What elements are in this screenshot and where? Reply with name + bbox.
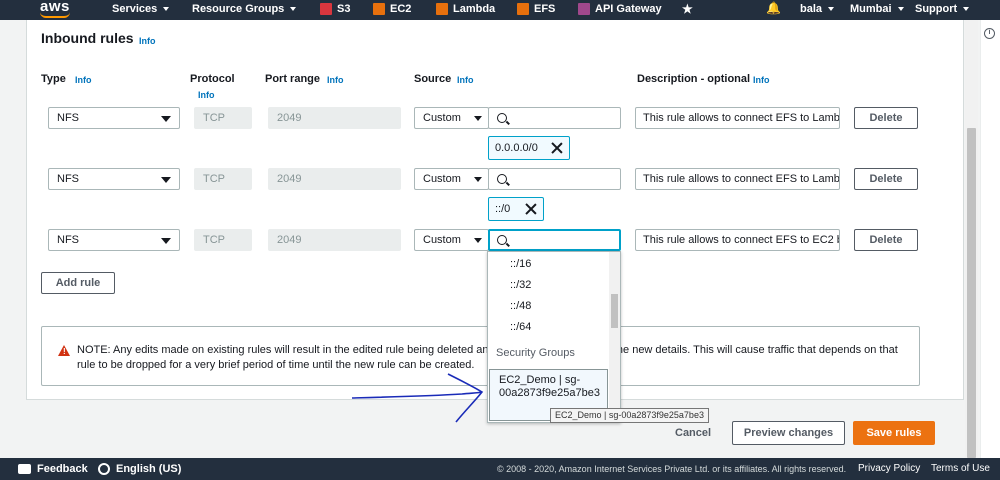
column-header-port-range: Port range <box>265 73 321 85</box>
section-info-link[interactable]: Info <box>139 36 156 46</box>
help-info-icon[interactable]: i <box>984 28 995 39</box>
s3-icon <box>320 3 332 15</box>
ec2-icon <box>373 3 385 15</box>
rule-3-delete-button[interactable]: Delete <box>854 229 918 251</box>
services-menu[interactable]: Services <box>112 3 170 15</box>
suggestion-item[interactable]: ::/32 <box>488 275 608 296</box>
rule-1-type-select[interactable]: NFS <box>48 107 180 129</box>
copyright-text: © 2008 - 2020, Amazon Internet Services … <box>497 464 847 474</box>
cancel-button[interactable]: Cancel <box>675 427 711 439</box>
rule-2-type-select[interactable]: NFS <box>48 168 180 190</box>
dropdown-scrollbar[interactable] <box>609 252 620 422</box>
rule-3-description-input[interactable]: This rule allows to connect EFS to EC2 b… <box>635 229 840 251</box>
column-header-protocol: Protocol <box>190 73 235 85</box>
close-icon[interactable] <box>551 142 563 154</box>
chevron-down-icon <box>290 7 297 11</box>
chevron-down-icon <box>963 7 970 11</box>
rule-2-source-search[interactable] <box>488 168 621 190</box>
warning-icon: ! <box>58 345 70 356</box>
lambda-shortcut[interactable]: Lambda <box>436 3 495 15</box>
ec2-shortcut[interactable]: EC2 <box>373 3 411 15</box>
caret-down-icon <box>474 116 482 121</box>
search-icon <box>497 174 507 184</box>
rule-1-port-range: 2049 <box>268 107 401 129</box>
section-title: Inbound rules <box>41 30 134 46</box>
port-info-link[interactable]: Info <box>327 75 344 85</box>
region-menu[interactable]: Mumbai <box>850 3 904 15</box>
rule-2-source-token: ::/0 <box>488 197 544 221</box>
caret-down-icon <box>474 238 482 243</box>
chevron-down-icon <box>897 7 904 11</box>
description-info-link[interactable]: Info <box>753 75 770 85</box>
s3-shortcut[interactable]: S3 <box>320 3 350 15</box>
rule-1-source-select[interactable]: Custom <box>414 107 489 129</box>
rule-1-protocol: TCP <box>194 107 252 129</box>
rule-2-port-range: 2049 <box>268 168 401 190</box>
source-suggestions-dropdown: ::/16 ::/32 ::/48 ::/64 Security Groups … <box>487 251 621 423</box>
security-groups-heading: Security Groups <box>496 347 575 359</box>
caret-down-icon <box>474 177 482 182</box>
rule-3-protocol: TCP <box>194 229 252 251</box>
rule-2-protocol: TCP <box>194 168 252 190</box>
search-icon <box>497 235 507 245</box>
page-scrollbar-thumb[interactable] <box>967 128 976 458</box>
rule-2-source-select[interactable]: Custom <box>414 168 489 190</box>
terms-of-use-link[interactable]: Terms of Use <box>931 463 990 474</box>
type-info-link[interactable]: Info <box>75 75 92 85</box>
language-selector[interactable]: English (US) <box>98 463 181 476</box>
page-scrollbar[interactable] <box>965 20 978 458</box>
preview-changes-button[interactable]: Preview changes <box>732 421 845 445</box>
feedback-icon <box>18 464 31 475</box>
rule-1-source-token: 0.0.0.0/0 <box>488 136 570 160</box>
source-info-link[interactable]: Info <box>457 75 474 85</box>
api-gateway-icon <box>578 3 590 15</box>
add-rule-button[interactable]: Add rule <box>41 272 115 294</box>
rule-1-source-search[interactable] <box>488 107 621 129</box>
column-header-source: Source <box>414 73 452 85</box>
bell-icon[interactable]: 🔔 <box>766 1 781 15</box>
suggestion-item[interactable]: ::/64 <box>488 317 608 338</box>
rule-2-delete-button[interactable]: Delete <box>854 168 918 190</box>
close-icon[interactable] <box>525 203 537 215</box>
suggestion-tooltip: EC2_Demo | sg-00a2873f9e25a7be3 <box>550 408 709 423</box>
suggestion-item[interactable]: ::/48 <box>488 296 608 317</box>
rule-3-source-select[interactable]: Custom <box>414 229 489 251</box>
save-rules-button[interactable]: Save rules <box>853 421 935 445</box>
rule-3-port-range: 2049 <box>268 229 401 251</box>
lambda-icon <box>436 3 448 15</box>
efs-icon <box>517 3 529 15</box>
rule-3-type-select[interactable]: NFS <box>48 229 180 251</box>
api-gateway-shortcut[interactable]: API Gateway <box>578 3 662 15</box>
caret-down-icon <box>161 177 171 183</box>
column-header-description: Description - optional <box>637 73 751 85</box>
globe-icon <box>98 463 110 476</box>
annotation-arrow-icon <box>351 373 484 423</box>
caret-down-icon <box>161 116 171 122</box>
footer: Feedback English (US) © 2008 - 2020, Ama… <box>0 458 1000 480</box>
search-icon <box>497 113 507 123</box>
rule-1-delete-button[interactable]: Delete <box>854 107 918 129</box>
column-header-type: Type <box>41 73 66 85</box>
dropdown-scrollbar-thumb[interactable] <box>611 294 618 328</box>
pin-icon[interactable]: ★ <box>682 2 693 16</box>
user-menu[interactable]: bala <box>800 3 835 15</box>
aws-logo-smile <box>40 12 70 18</box>
feedback-link[interactable]: Feedback <box>18 463 88 475</box>
rule-2-description-input[interactable]: This rule allows to connect EFS to Lambd… <box>635 168 840 190</box>
rule-3-source-search[interactable] <box>488 229 621 251</box>
protocol-info-link[interactable]: Info <box>198 90 215 100</box>
top-navigation-bar: aws Services Resource Groups S3 EC2 Lamb… <box>0 0 1000 20</box>
privacy-policy-link[interactable]: Privacy Policy <box>858 463 920 474</box>
efs-shortcut[interactable]: EFS <box>517 3 555 15</box>
support-menu[interactable]: Support <box>915 3 970 15</box>
suggestion-item[interactable]: ::/16 <box>488 254 608 275</box>
resource-groups-menu[interactable]: Resource Groups <box>192 3 297 15</box>
help-sidebar <box>980 20 1000 458</box>
rule-1-description-input[interactable]: This rule allows to connect EFS to Lambd… <box>635 107 840 129</box>
caret-down-icon <box>161 238 171 244</box>
chevron-down-icon <box>828 7 835 11</box>
chevron-down-icon <box>163 7 170 11</box>
